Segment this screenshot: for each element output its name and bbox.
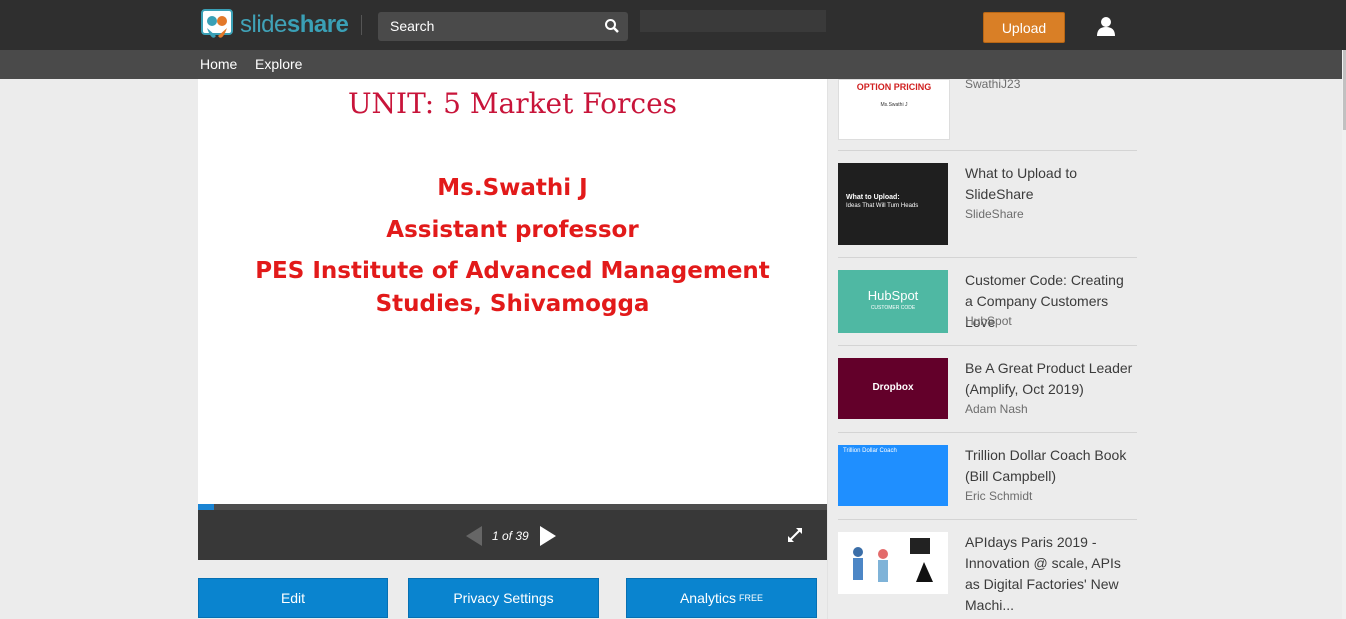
slide-institute: PES Institute of Advanced Management [255, 258, 770, 284]
header-divider [361, 15, 362, 35]
thumb-title: OPTION PRICING [856, 82, 932, 92]
related-item[interactable]: What to Upload: Ideas That Will Turn Hea… [838, 163, 1137, 245]
nav-bar: Home Explore [0, 50, 1342, 79]
edit-button[interactable]: Edit [198, 578, 388, 618]
search-suggestion-ghost [640, 10, 826, 32]
related-thumbnail[interactable]: Dropbox [838, 358, 948, 419]
related-author[interactable]: Adam Nash [965, 402, 1028, 416]
slideshare-logo[interactable]: slideshare [200, 8, 349, 42]
search-icon[interactable] [604, 18, 620, 34]
logo-wordmark: slideshare [240, 11, 349, 38]
related-divider [838, 432, 1137, 433]
related-title[interactable]: What to Upload to SlideShare [965, 163, 1135, 205]
thumb-subtitle: CUSTOMER CODE [870, 305, 916, 311]
upload-button[interactable]: Upload [983, 12, 1065, 43]
previous-slide-icon[interactable] [466, 526, 482, 546]
player-controls: 1 of 39 [198, 510, 827, 560]
related-item[interactable]: HubSpot CUSTOMER CODE Customer Code: Cre… [838, 270, 1137, 333]
slide-role: Assistant professor [386, 217, 639, 243]
slide-viewer[interactable]: UNIT: 5 Market Forces Ms.Swathi J Assist… [198, 79, 827, 504]
related-author[interactable]: HubSpot [965, 314, 1012, 328]
thumb-subtitle: Ms.Swathi J [880, 102, 908, 108]
related-author[interactable]: SwathiJ23 [965, 77, 1020, 91]
related-title[interactable]: APIdays Paris 2019 - Innovation @ scale,… [965, 532, 1135, 616]
search-input[interactable]: Search [390, 18, 434, 34]
related-item[interactable]: Trillion Dollar Coach Trillion Dollar Co… [838, 445, 1137, 506]
analytics-button[interactable]: Analytics FREE [626, 578, 817, 618]
related-thumbnail[interactable]: OPTION PRICING Ms.Swathi J [838, 79, 950, 140]
next-slide-icon[interactable] [540, 526, 556, 546]
related-divider [838, 257, 1137, 258]
nav-home[interactable]: Home [200, 56, 237, 72]
thumb-title: What to Upload: [846, 194, 900, 201]
slide-location: Studies, Shivamogga [375, 291, 650, 317]
scrollbar[interactable] [1342, 50, 1346, 619]
related-author[interactable]: SlideShare [965, 207, 1024, 221]
logo-icon [200, 8, 234, 42]
thumb-title: HubSpot [867, 288, 919, 303]
search-box[interactable]: Search [378, 12, 628, 41]
related-thumbnail[interactable]: HubSpot CUSTOMER CODE [838, 270, 948, 333]
apidays-illustration [853, 538, 933, 582]
related-item[interactable]: Dropbox Be A Great Product Leader (Ampli… [838, 358, 1137, 419]
top-bar: slideshare Search Upload [0, 0, 1346, 50]
related-title[interactable]: Trillion Dollar Coach Book (Bill Campbel… [965, 445, 1135, 487]
related-title[interactable]: Be A Great Product Leader (Amplify, Oct … [965, 358, 1135, 400]
related-thumbnail[interactable] [838, 532, 948, 594]
slide-title: UNIT: 5 Market Forces [347, 87, 678, 120]
related-author[interactable]: Eric Schmidt [965, 489, 1032, 503]
related-item[interactable]: APIdays Paris 2019 - Innovation @ scale,… [838, 532, 1137, 619]
edit-label: Edit [280, 590, 306, 606]
related-divider [838, 345, 1137, 346]
fullscreen-icon[interactable] [786, 526, 804, 544]
slide-author: Ms.Swathi J [437, 175, 588, 201]
related-divider [838, 150, 1137, 151]
related-thumbnail[interactable]: What to Upload: Ideas That Will Turn Hea… [838, 163, 948, 245]
privacy-label: Privacy Settings [453, 590, 554, 606]
thumb-title: Trillion Dollar Coach [843, 448, 897, 454]
user-icon[interactable] [1095, 15, 1117, 37]
analytics-label: Analytics [679, 590, 736, 606]
column-divider [827, 79, 828, 619]
nav-explore[interactable]: Explore [255, 56, 302, 72]
thumb-title: Dropbox [872, 382, 914, 393]
privacy-settings-button[interactable]: Privacy Settings [408, 578, 599, 618]
related-thumbnail[interactable]: Trillion Dollar Coach [838, 445, 948, 506]
thumb-subtitle: Ideas That Will Turn Heads [846, 203, 919, 209]
related-item[interactable]: OPTION PRICING Ms.Swathi J SwathiJ23 [838, 77, 1137, 149]
page-counter: 1 of 39 [492, 529, 529, 543]
free-badge: FREE [739, 593, 764, 603]
related-divider [838, 519, 1137, 520]
